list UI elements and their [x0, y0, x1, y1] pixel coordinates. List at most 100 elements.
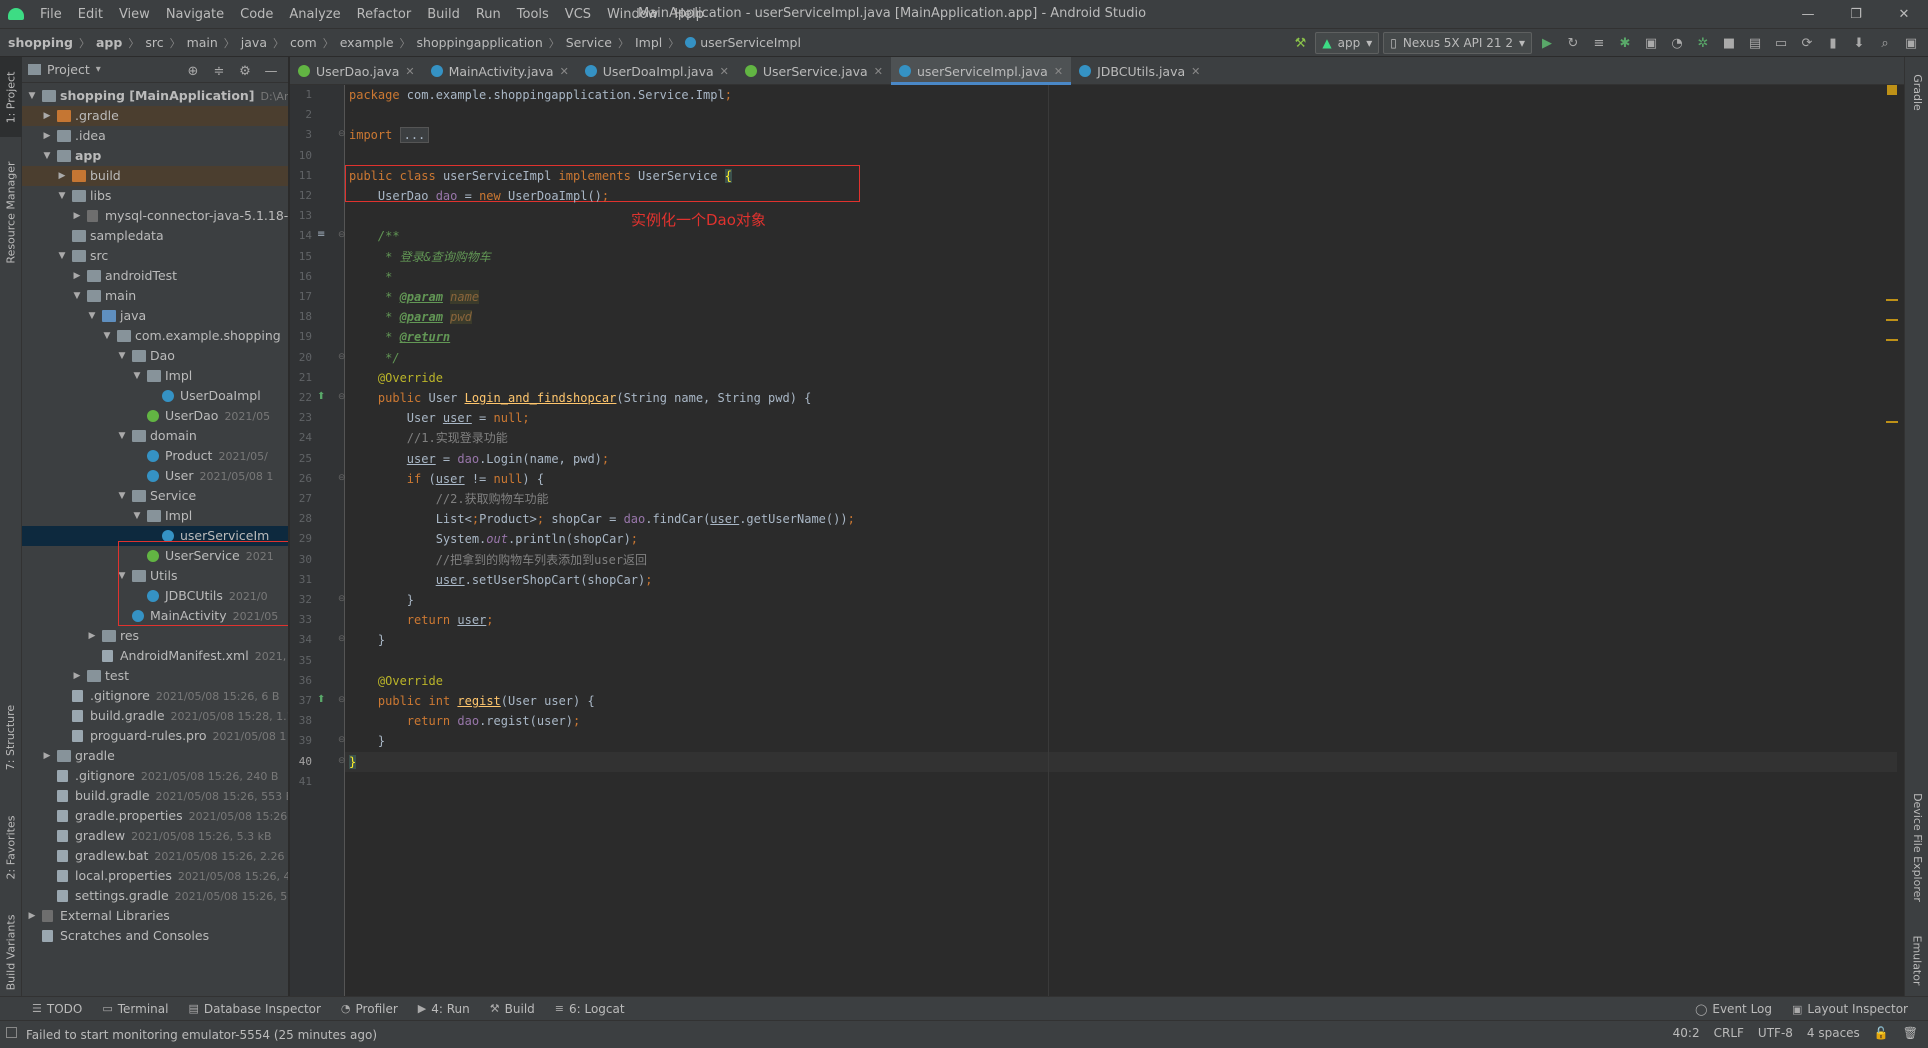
project-structure-icon[interactable]: ▤: [1744, 32, 1766, 54]
gear-icon[interactable]: ⚙: [234, 60, 256, 82]
tree-item[interactable]: build.gradle 2021/05/08 15:26, 553 B: [22, 786, 288, 806]
tree-item[interactable]: ▼ main: [22, 286, 288, 306]
tool-window-todo[interactable]: ☰ TODO: [22, 1002, 92, 1016]
menu-item-file[interactable]: File: [32, 7, 70, 22]
file-encoding[interactable]: UTF-8: [1758, 1026, 1793, 1040]
breadcrumb-item[interactable]: src: [145, 35, 163, 50]
expanded-arrow-icon[interactable]: ▼: [116, 486, 128, 506]
tool-window-6-logcat[interactable]: ≡ 6: Logcat: [545, 1002, 635, 1016]
collapsed-arrow-icon[interactable]: ▶: [71, 266, 83, 286]
tree-item[interactable]: .gitignore 2021/05/08 15:26, 6 B: [22, 686, 288, 706]
tool-window-4-run[interactable]: ▶ 4: Run: [408, 1002, 480, 1016]
hide-icon[interactable]: —: [260, 60, 282, 82]
tool-window-profiler[interactable]: ◔ Profiler: [331, 1002, 408, 1016]
menu-item-navigate[interactable]: Navigate: [158, 7, 232, 22]
tab-emulator[interactable]: Emulator: [1905, 925, 1928, 995]
code-line[interactable]: UserDao dao = new UserDoaImpl();: [349, 186, 609, 206]
tree-item[interactable]: gradle.properties 2021/05/08 15:26, 1: [22, 806, 288, 826]
hammer-icon[interactable]: ⚒: [1289, 32, 1311, 54]
warning-indicator-icon[interactable]: [1887, 85, 1897, 95]
code-line[interactable]: if (user != null) {: [349, 469, 544, 489]
lock-icon[interactable]: 🔓: [1874, 1026, 1889, 1040]
tree-item[interactable]: UserDoaImpl: [22, 386, 288, 406]
tree-item[interactable]: UserDao 2021/05: [22, 406, 288, 426]
expanded-arrow-icon[interactable]: ▼: [41, 146, 53, 166]
tree-item[interactable]: ▼ app: [22, 146, 288, 166]
device-select[interactable]: ▯ Nexus 5X API 21 2 ▾: [1383, 32, 1532, 54]
tree-item[interactable]: ▼ Impl: [22, 366, 288, 386]
caret-position[interactable]: 40:2: [1673, 1026, 1700, 1040]
expanded-arrow-icon[interactable]: ▼: [71, 286, 83, 306]
code-line[interactable]: *: [349, 267, 392, 287]
run-config-select[interactable]: ▲ app ▾: [1315, 32, 1380, 54]
collapsed-arrow-icon[interactable]: ▶: [41, 746, 53, 766]
doc-render-icon[interactable]: ≡: [317, 229, 325, 240]
expanded-arrow-icon[interactable]: ▼: [116, 426, 128, 446]
menu-item-build[interactable]: Build: [419, 7, 468, 22]
warning-mark[interactable]: [1886, 339, 1898, 341]
code-line[interactable]: package com.example.shoppingapplication.…: [349, 85, 732, 105]
code-line[interactable]: import ...: [349, 125, 430, 145]
tree-item[interactable]: proguard-rules.pro 2021/05/08 1: [22, 726, 288, 746]
indent-setting[interactable]: 4 spaces: [1807, 1026, 1860, 1040]
layout-inspector-button[interactable]: ▣ Layout Inspector: [1782, 1002, 1918, 1016]
tree-item[interactable]: MainActivity 2021/05: [22, 606, 288, 626]
code-line[interactable]: }: [349, 731, 385, 751]
code-line[interactable]: //2.获取购物车功能: [349, 489, 549, 509]
tree-item[interactable]: ▼ Service: [22, 486, 288, 506]
warning-mark[interactable]: [1886, 299, 1898, 301]
expanded-arrow-icon[interactable]: ▼: [56, 246, 68, 266]
code-line[interactable]: }: [349, 630, 385, 650]
collapsed-arrow-icon[interactable]: ▶: [86, 626, 98, 646]
stop-icon[interactable]: ■: [1718, 32, 1740, 54]
warning-mark[interactable]: [1886, 319, 1898, 321]
close-tab-icon[interactable]: ✕: [1054, 65, 1063, 78]
tree-item[interactable]: UserService 2021: [22, 546, 288, 566]
maximize-icon[interactable]: ❐: [1832, 0, 1880, 28]
collapsed-arrow-icon[interactable]: ▶: [41, 106, 53, 126]
tree-item[interactable]: local.properties 2021/05/08 15:26, 42: [22, 866, 288, 886]
tree-item[interactable]: ▼ domain: [22, 426, 288, 446]
code-line[interactable]: public User Login_and_findshopcar(String…: [349, 388, 812, 408]
close-tab-icon[interactable]: ✕: [560, 65, 569, 78]
menu-item-analyze[interactable]: Analyze: [281, 7, 348, 22]
tree-item[interactable]: ▼ src: [22, 246, 288, 266]
line-separator[interactable]: CRLF: [1714, 1026, 1744, 1040]
breadcrumb-item[interactable]: Service: [566, 35, 612, 50]
expanded-arrow-icon[interactable]: ▼: [131, 506, 143, 526]
sync-gradle-icon[interactable]: ⟳: [1796, 32, 1818, 54]
tree-item[interactable]: User 2021/05/08 1: [22, 466, 288, 486]
tree-item[interactable]: userServiceIm: [22, 526, 288, 546]
tree-item[interactable]: ▼ Utils: [22, 566, 288, 586]
collapsed-arrow-icon[interactable]: ▶: [26, 906, 38, 926]
code-line[interactable]: user.setUserShopCart(shopCar);: [349, 570, 653, 590]
tree-item[interactable]: ▶ res: [22, 626, 288, 646]
menu-item-run[interactable]: Run: [468, 7, 509, 22]
expanded-arrow-icon[interactable]: ▼: [26, 86, 38, 106]
tab-project[interactable]: 1: Project: [0, 57, 22, 137]
device-manager-icon[interactable]: ▮: [1822, 32, 1844, 54]
tree-item[interactable]: ▼ libs: [22, 186, 288, 206]
code-line[interactable]: public class userServiceImpl implements …: [349, 166, 732, 186]
code-line[interactable]: * @return: [349, 327, 450, 347]
rerun-icon[interactable]: ↻: [1562, 32, 1584, 54]
tool-window-database-inspector[interactable]: ▤ Database Inspector: [178, 1002, 330, 1016]
collapse-all-icon[interactable]: ≑: [208, 60, 230, 82]
tab-favorites[interactable]: 2: Favorites: [0, 797, 22, 897]
collapsed-arrow-icon[interactable]: ▶: [71, 666, 83, 686]
avd-manager-icon[interactable]: ▭: [1770, 32, 1792, 54]
menu-item-edit[interactable]: Edit: [70, 7, 111, 22]
code-line[interactable]: return user;: [349, 610, 494, 630]
settings-icon[interactable]: ▣: [1900, 32, 1922, 54]
breadcrumb-item[interactable]: shoppingapplication: [417, 35, 543, 50]
tab-build-variants[interactable]: Build Variants: [0, 907, 22, 997]
editor-tab[interactable]: MainActivity.java ✕: [423, 57, 577, 85]
code-line[interactable]: * @param pwd: [349, 307, 472, 327]
run-icon[interactable]: ▶: [1536, 32, 1558, 54]
code-line[interactable]: user = dao.Login(name, pwd);: [349, 449, 609, 469]
code-line[interactable]: @Override: [349, 368, 443, 388]
tree-item[interactable]: JDBCUtils 2021/0: [22, 586, 288, 606]
menu-item-vcs[interactable]: VCS: [557, 7, 599, 22]
code-line[interactable]: //把拿到的购物车列表添加到user返回: [349, 550, 647, 570]
menu-item-tools[interactable]: Tools: [509, 7, 557, 22]
